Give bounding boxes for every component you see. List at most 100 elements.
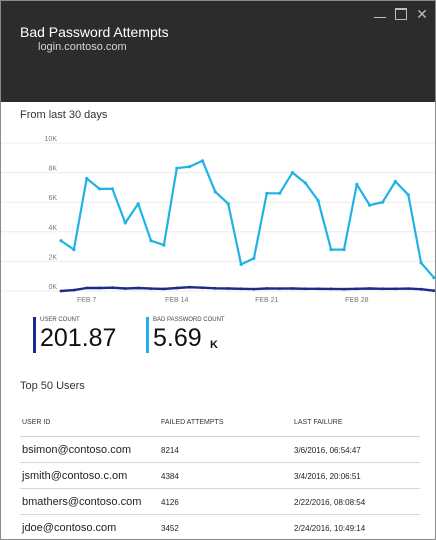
- y-tick-label: 4K: [48, 225, 57, 232]
- y-tick-label: 10K: [45, 136, 58, 143]
- blade-header: ✕ Bad Password Attempts login.contoso.co…: [1, 1, 435, 102]
- user-count-point: [419, 287, 423, 291]
- bad-password-count-point: [200, 159, 205, 163]
- failed-attempts-cell: 4384: [161, 472, 179, 481]
- bad-password-count-point: [136, 202, 140, 206]
- minimize-icon[interactable]: [373, 7, 387, 21]
- last-failure-cell: 2/22/2016, 08:08:54: [294, 498, 366, 507]
- column-header-failed-attempts[interactable]: FAILED ATTEMPTS: [161, 419, 224, 426]
- user-count-label: USER COUNT: [40, 317, 80, 323]
- close-icon[interactable]: ✕: [415, 7, 429, 21]
- bad-password-line-chart[interactable]: 10K 8K 6K 4K 2K 0K FEB 7 FEB 14 FEB 21 FEB 28: [1, 133, 435, 313]
- bad-password-count-value: 5.69: [153, 324, 202, 352]
- bad-password-count-point: [419, 261, 423, 265]
- bad-password-count-point: [110, 187, 114, 191]
- bad-password-count-point: [252, 256, 256, 260]
- x-tick-label: FEB 7: [77, 297, 97, 304]
- bad-password-count-label: BAD PASSWORD COUNT: [153, 317, 225, 323]
- user-count-point: [342, 287, 346, 291]
- bad-password-count-point: [329, 248, 333, 252]
- user-count-point: [201, 286, 204, 290]
- user-count-point: [368, 287, 372, 290]
- bad-password-count-point: [393, 179, 397, 184]
- maximize-icon[interactable]: [394, 7, 408, 21]
- user-count-point: [188, 285, 192, 289]
- time-range-label: From last 30 days: [20, 109, 108, 121]
- bad-password-count-point: [265, 191, 269, 195]
- failed-attempts-cell: 8214: [161, 446, 179, 455]
- bad-password-count-point: [188, 165, 192, 169]
- bad-password-count-point: [239, 262, 243, 266]
- user-count-line: [60, 285, 435, 293]
- user-count-point: [123, 287, 127, 290]
- top-users-table: USER ID FAILED ATTEMPTS LAST FAILURE bsi…: [20, 409, 420, 539]
- user-count-color-bar: [33, 317, 36, 353]
- bad-password-count-point: [290, 171, 295, 175]
- bad-password-count-point: [85, 176, 89, 181]
- column-header-user-id[interactable]: USER ID: [22, 419, 50, 426]
- bad-password-count-point: [213, 190, 217, 194]
- last-failure-cell: 3/4/2016, 20:06:51: [294, 472, 361, 481]
- y-tick-label: 0K: [48, 284, 57, 291]
- table-row[interactable]: jsmith@contoso.c.om 4384 3/4/2016, 20:06…: [20, 463, 420, 489]
- user-count-point: [175, 286, 179, 290]
- blade-subtitle: login.contoso.com: [38, 41, 127, 53]
- bad-password-count-point: [72, 248, 76, 252]
- bad-password-count-point: [303, 181, 307, 185]
- bad-password-count-point: [123, 221, 127, 225]
- user-id-cell: jdoe@contoso.com: [22, 522, 117, 534]
- bad-password-count-point: [406, 193, 410, 197]
- user-count-point: [406, 287, 410, 290]
- table-row[interactable]: bmathers@contoso.com 4126 2/22/2016, 08:…: [20, 489, 420, 515]
- failed-attempts-cell: 4126: [161, 498, 179, 507]
- bad-password-count-point: [368, 203, 372, 207]
- bad-password-count-unit: K: [210, 339, 218, 351]
- user-count-point: [111, 286, 114, 290]
- user-count-point: [252, 287, 256, 291]
- bad-password-count-point: [162, 243, 166, 247]
- x-tick-label: FEB 21: [255, 297, 278, 304]
- y-tick-label: 6K: [48, 195, 57, 202]
- user-count-point: [265, 287, 269, 290]
- x-tick-label: FEB 28: [345, 297, 368, 304]
- user-count-point: [162, 287, 166, 291]
- user-count-point: [329, 287, 333, 291]
- column-header-last-failure[interactable]: LAST FAILURE: [294, 419, 343, 426]
- bad-password-count-point: [149, 239, 153, 243]
- table-header-row: USER ID FAILED ATTEMPTS LAST FAILURE: [20, 409, 420, 437]
- user-id-cell: bmathers@contoso.com: [22, 496, 142, 508]
- bad-password-count-point: [316, 199, 320, 203]
- user-count-point: [213, 286, 217, 290]
- last-failure-cell: 3/6/2016, 06:54:47: [294, 446, 361, 455]
- bad-password-attempts-blade: ✕ Bad Password Attempts login.contoso.co…: [0, 0, 436, 540]
- failed-attempts-cell: 3452: [161, 524, 179, 533]
- user-count-point: [316, 287, 320, 291]
- bad-password-count-point: [355, 182, 359, 186]
- y-tick-label: 8K: [48, 166, 57, 173]
- user-count-point: [98, 286, 101, 290]
- user-count-point: [59, 289, 63, 293]
- user-count-point: [304, 287, 307, 291]
- x-tick-label: FEB 14: [165, 297, 188, 304]
- user-count-point: [278, 287, 282, 290]
- bad-password-count-point: [226, 202, 230, 206]
- table-row[interactable]: bsimon@contoso.com 8214 3/6/2016, 06:54:…: [20, 437, 420, 463]
- bad-password-count-line: [60, 159, 435, 279]
- user-count-point: [239, 287, 243, 291]
- user-count-point: [355, 287, 359, 291]
- bad-password-count-color-bar: [146, 317, 149, 353]
- bad-password-count-point: [59, 239, 63, 243]
- user-count-value: 201.87: [40, 324, 117, 352]
- top-users-heading: Top 50 Users: [20, 380, 85, 392]
- user-count-point: [381, 287, 384, 291]
- user-count-point: [85, 286, 89, 290]
- bad-password-count-point: [381, 200, 385, 204]
- user-count-point: [149, 287, 153, 290]
- y-tick-label: 2K: [48, 254, 57, 261]
- last-failure-cell: 2/24/2016, 10:49:14: [294, 524, 366, 533]
- table-row[interactable]: jdoe@contoso.com 3452 2/24/2016, 10:49:1…: [20, 515, 420, 539]
- blade-title: Bad Password Attempts: [20, 24, 169, 40]
- bad-password-count-point: [175, 166, 179, 170]
- user-id-cell: bsimon@contoso.com: [22, 444, 131, 456]
- user-count-point: [72, 288, 76, 292]
